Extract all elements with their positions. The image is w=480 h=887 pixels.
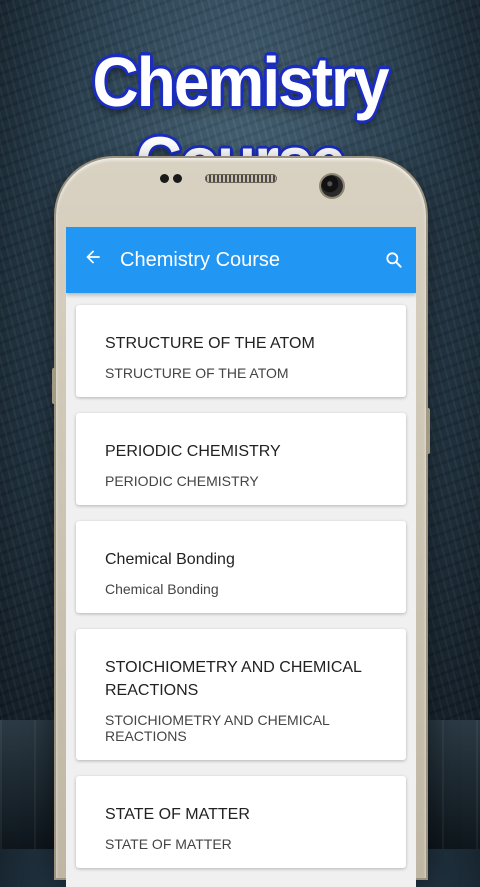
list-item[interactable]: STRUCTURE OF THE ATOM STRUCTURE OF THE A… — [76, 305, 406, 397]
app-bar: Chemistry Course — [66, 227, 416, 293]
sensor-icon — [173, 174, 182, 183]
camera-icon — [321, 175, 343, 197]
list-item-subtitle: STATE OF MATTER — [105, 836, 232, 852]
arrow-back-icon — [86, 250, 100, 264]
list-item-title: Chemical Bonding — [105, 551, 235, 568]
list-item[interactable]: STATE OF MATTER STATE OF MATTER — [76, 776, 406, 868]
power-button — [426, 408, 430, 454]
list-item-subtitle: STOICHIOMETRY AND CHEMICAL REACTIONS — [105, 712, 330, 744]
search-button[interactable] — [372, 250, 416, 270]
list-item[interactable]: STOICHIOMETRY AND CHEMICAL REACTIONS STO… — [76, 629, 406, 760]
list-item[interactable]: Chemical Bonding Chemical Bonding — [76, 521, 406, 613]
list-item[interactable]: PERIODIC CHEMISTRY PERIODIC CHEMISTRY — [76, 413, 406, 505]
list-item-title: PERIODIC CHEMISTRY — [105, 443, 281, 460]
list-item-subtitle: PERIODIC CHEMISTRY — [105, 473, 259, 489]
volume-button — [52, 368, 56, 404]
speaker-grille — [205, 174, 277, 183]
list-item-subtitle: STRUCTURE OF THE ATOM — [105, 365, 289, 381]
list-item-title: STATE OF MATTER — [105, 806, 250, 823]
chapter-list: STRUCTURE OF THE ATOM STRUCTURE OF THE A… — [66, 293, 416, 868]
app-screen: Chemistry Course STRUCTURE OF THE ATOM S… — [66, 227, 416, 887]
sensor-icon — [160, 174, 169, 183]
phone-frame: Chemistry Course STRUCTURE OF THE ATOM S… — [52, 158, 430, 887]
app-bar-title: Chemistry Course — [120, 248, 281, 271]
list-item-subtitle: Chemical Bonding — [105, 581, 219, 597]
back-button[interactable] — [66, 247, 120, 273]
list-item-title: STOICHIOMETRY AND CHEMICAL REACTIONS — [105, 659, 362, 699]
search-icon — [386, 252, 402, 268]
list-item-title: STRUCTURE OF THE ATOM — [105, 335, 315, 352]
